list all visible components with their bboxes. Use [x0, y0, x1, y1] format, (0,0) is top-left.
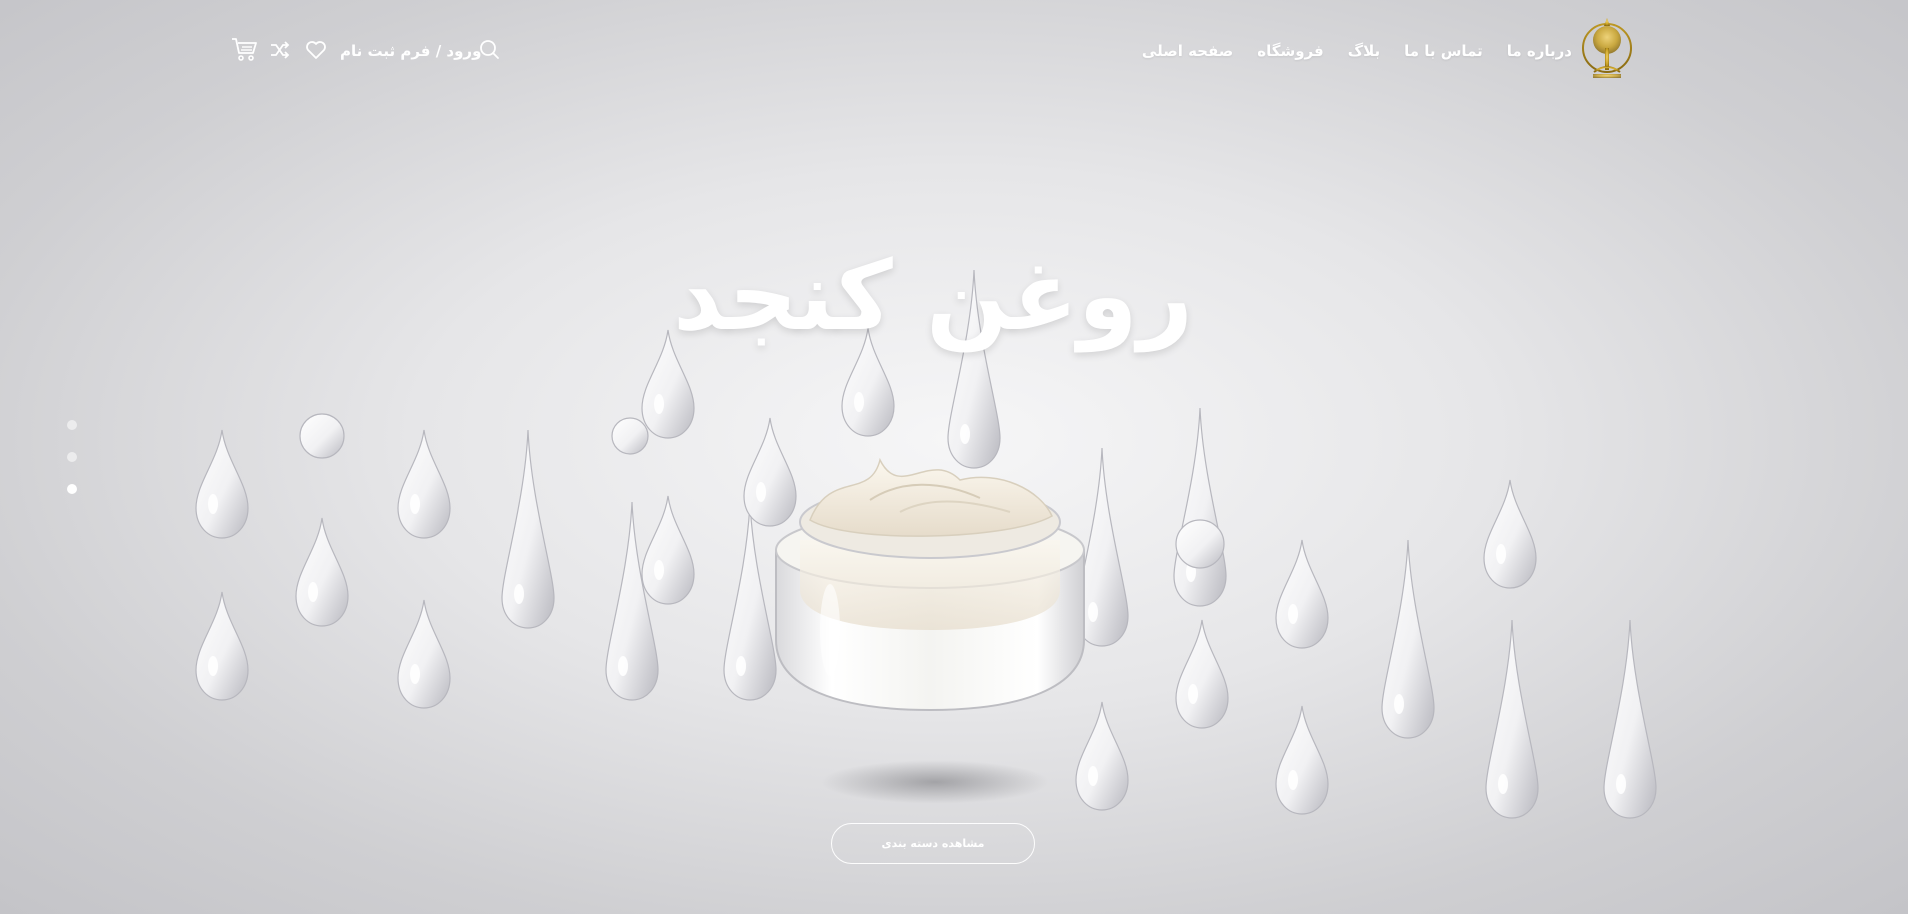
view-categories-button[interactable]: مشاهده دسته بندی	[831, 823, 1035, 864]
cream-jar-image	[775, 457, 1085, 712]
hero-title: روغن کنجد	[673, 240, 1193, 352]
